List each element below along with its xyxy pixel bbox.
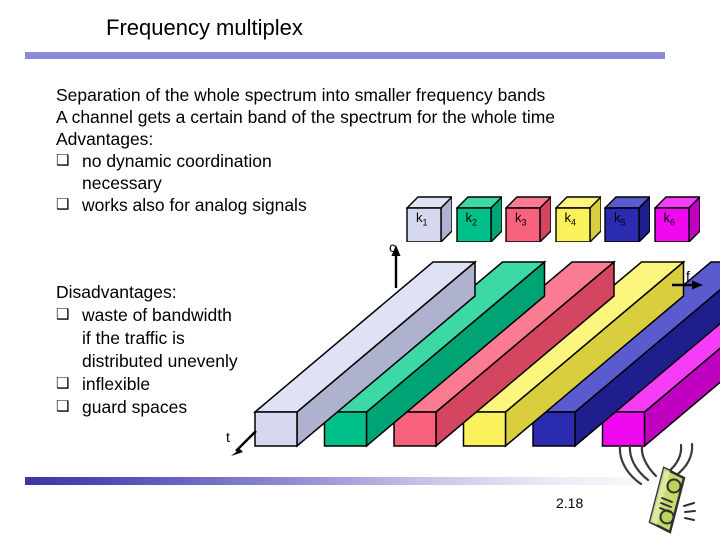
bar-front-face <box>601 411 646 447</box>
disadvantage-2-text: inflexible <box>82 374 151 394</box>
list-item: ❑ waste of bandwidth <box>56 304 376 327</box>
bar-front-face <box>462 411 507 447</box>
cube-shape <box>653 196 700 242</box>
axis-t-arrowhead <box>231 449 243 456</box>
list-item: ❑ no dynamic coordination <box>56 150 656 172</box>
bar-top-face <box>600 312 720 413</box>
bar-side-face <box>365 260 546 448</box>
channel-cube-k3: k3 <box>505 196 551 242</box>
title-divider <box>25 52 665 59</box>
axis-t-line <box>235 430 257 452</box>
bar-top-face <box>461 261 686 413</box>
square-bullet-icon: ❑ <box>56 196 70 213</box>
bar-top-face <box>530 261 720 413</box>
axis-label-c: c <box>389 239 396 255</box>
footer-divider <box>25 477 685 485</box>
list-item: ❑ guard spaces <box>56 396 376 419</box>
bar-side-face <box>435 260 615 448</box>
cube-shape <box>604 196 650 242</box>
cube-front-face <box>653 207 690 242</box>
channel-bar-k4 <box>461 260 686 448</box>
axis-f-arrowhead <box>692 280 703 290</box>
bar-side-face <box>504 260 685 448</box>
axis-label-t: t <box>226 429 230 445</box>
disadvantage-1-text: waste of bandwidth <box>82 305 232 325</box>
channel-cube-k4: k4 <box>554 196 601 242</box>
list-item: ❑ inflexible <box>56 373 376 396</box>
advantages-heading: Advantages: <box>56 129 154 149</box>
channel-bar-k3 <box>391 260 617 448</box>
cube-front-face <box>604 207 640 242</box>
bar-side-face <box>643 347 720 448</box>
disadvantages-block: Disadvantages: ❑ waste of bandwidth if t… <box>56 281 376 419</box>
cube-shape <box>505 196 551 242</box>
slide-canvas: Frequency multiplex Separation of the wh… <box>0 0 720 540</box>
square-bullet-icon: ❑ <box>56 398 70 415</box>
square-bullet-icon: ❑ <box>56 375 70 392</box>
cube-shape <box>455 196 502 242</box>
square-bullet-icon: ❑ <box>56 306 70 323</box>
cube-front-face <box>554 207 591 242</box>
advantage-1-text: no dynamic coordination <box>82 151 272 171</box>
page-number: 2.18 <box>556 495 584 511</box>
bar-side-face <box>574 288 720 448</box>
cube-front-face <box>505 207 541 242</box>
channel-bar-k6 <box>600 312 720 448</box>
disadvantage-1-continuation-2: distributed unevenly <box>82 351 238 371</box>
cube-front-face <box>406 207 442 242</box>
cube-shape <box>406 196 452 242</box>
channel-bar-k5 <box>530 261 720 448</box>
axis-label-f: f <box>686 268 690 284</box>
disadvantage-3-text: guard spaces <box>82 397 188 417</box>
disadvantage-1-continuation-1: if the traffic is <box>82 328 185 348</box>
intro-line-2: A channel gets a certain band of the spe… <box>56 107 556 127</box>
disadvantages-heading: Disadvantages: <box>56 282 177 302</box>
advantage-1-continuation: necessary <box>82 173 162 193</box>
channel-cube-k5: k5 <box>604 196 650 242</box>
mobile-phone-icon <box>618 442 696 534</box>
bar-front-face <box>393 411 437 447</box>
square-bullet-icon: ❑ <box>56 152 70 169</box>
channel-cube-k6: k6 <box>653 196 700 242</box>
channel-cube-k1: k1 <box>406 196 452 242</box>
cube-shape <box>554 196 601 242</box>
cube-front-face <box>455 207 492 242</box>
bar-top-face <box>391 261 617 413</box>
page-title: Frequency multiplex <box>106 15 303 40</box>
bar-front-face <box>532 411 576 447</box>
channel-cube-k2: k2 <box>455 196 502 242</box>
intro-line-1: Separation of the whole spectrum into sm… <box>56 85 546 105</box>
